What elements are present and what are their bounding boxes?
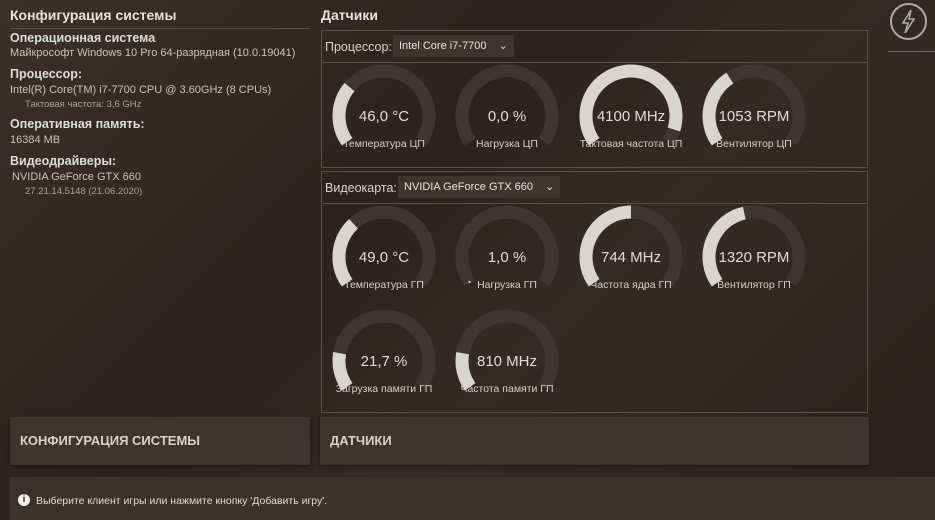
os-value: Майкрософт Windows 10 Pro 64-разрядная (… [10,47,296,59]
config-title: Конфигурация системы [10,7,177,23]
os-label: Операционная система [10,31,156,45]
gauge-value: 1,0 % [487,249,527,266]
gauge-value: 21,7 % [360,353,408,370]
gauge-value: 810 MHz [476,353,538,370]
divider [888,51,935,52]
sensors-title: Датчики [321,7,378,23]
divider [321,203,868,204]
tab-sensors[interactable]: ДАТЧИКИ [320,417,869,465]
gauge-label: Вентилятор ГП [717,279,791,291]
gauge-label: Частота ядра ГП [590,279,672,291]
gauge-value: 1320 RPM [718,249,790,266]
sensor-gauge: 4100 MHz Тактовая частота ЦП [579,64,689,164]
lightning-icon[interactable] [890,3,927,40]
sensor-gauge: 0,0 % Нагрузка ЦП [455,64,565,164]
gauge-track [455,205,559,287]
gpu-select-label: Видеокарта: [325,181,397,195]
gauge-label: Загрузка памяти ГП [335,383,433,395]
gauge-track [332,64,436,146]
gauge-label: Частота памяти ГП [460,383,554,395]
ram-value: 16384 MB [10,134,61,146]
status-bar: i Выберите клиент игры или нажмите кнопк… [10,477,935,520]
tab-system-config[interactable]: КОНФИГУРАЦИЯ СИСТЕМЫ [10,417,310,465]
sensor-gauge: 49,0 °C Температура ГП [332,205,442,305]
sensor-gauge: 21,7 % Загрузка памяти ГП [332,309,442,409]
gauge-label: Тактовая частота ЦП [579,138,683,150]
status-message: Выберите клиент игры или нажмите кнопку … [36,495,328,507]
gpu-driver-version: 27.21.14.5148 (21.06.2020) [25,186,143,197]
gauge-label: Нагрузка ЦП [476,138,538,150]
cpu-select-value: Intel Core i7-7700 [399,40,487,52]
info-icon: i [18,494,30,506]
divider [321,62,868,63]
sensor-gauge: 1,0 % Нагрузка ГП [455,205,565,305]
gauge-value: 46,0 °C [358,108,410,125]
gauge-track [332,309,436,391]
gauge-fill [702,206,746,287]
cpu-value: Intel(R) Core(TM) i7-7700 CPU @ 3.60GHz … [10,84,272,96]
divider [10,28,310,29]
cpu-clock: Тактовая частота: 3,6 GHz [25,99,142,110]
gauge-value: 1053 RPM [718,108,790,125]
chevron-down-icon: ⌄ [545,181,555,193]
cpu-select[interactable]: Intel Core i7-7700 ⌄ [393,35,514,57]
sensor-gauge: 744 MHz Частота ядра ГП [579,205,689,305]
gpu-value: NVIDIA GeForce GTX 660 [12,171,141,183]
gpu-driver-label: Видеодрайверы: [10,154,117,168]
gauge-value: 49,0 °C [358,249,410,266]
gauge-value: 744 MHz [600,249,662,266]
sensor-gauge: 1320 RPM Вентилятор ГП [702,205,812,305]
gauge-value: 0,0 % [487,108,527,125]
gauge-label: Нагрузка ГП [477,279,537,291]
gauge-fill [579,205,632,287]
gpu-select[interactable]: NVIDIA GeForce GTX 660 ⌄ [398,176,561,198]
chevron-down-icon: ⌄ [498,40,508,52]
gpu-select-value: NVIDIA GeForce GTX 660 [404,181,533,193]
gauge-track [455,64,559,146]
gauge-label: Вентилятор ЦП [716,138,792,150]
gauge-value: 4100 MHz [596,108,666,125]
ram-label: Оперативная память: [10,117,145,131]
cpu-select-label: Процессор: [325,40,392,54]
gauge-track [455,309,559,391]
cpu-label: Процессор: [10,67,83,81]
sensor-gauge: 1053 RPM Вентилятор ЦП [702,64,812,164]
gauge-label: Температура ЦП [343,138,425,150]
gauge-fill [579,64,683,146]
gauge-label: Температура ГП [344,279,424,291]
sensor-gauge: 810 MHz Частота памяти ГП [455,309,565,409]
sensor-gauge: 46,0 °C Температура ЦП [332,64,442,164]
gauge-track [332,205,436,287]
